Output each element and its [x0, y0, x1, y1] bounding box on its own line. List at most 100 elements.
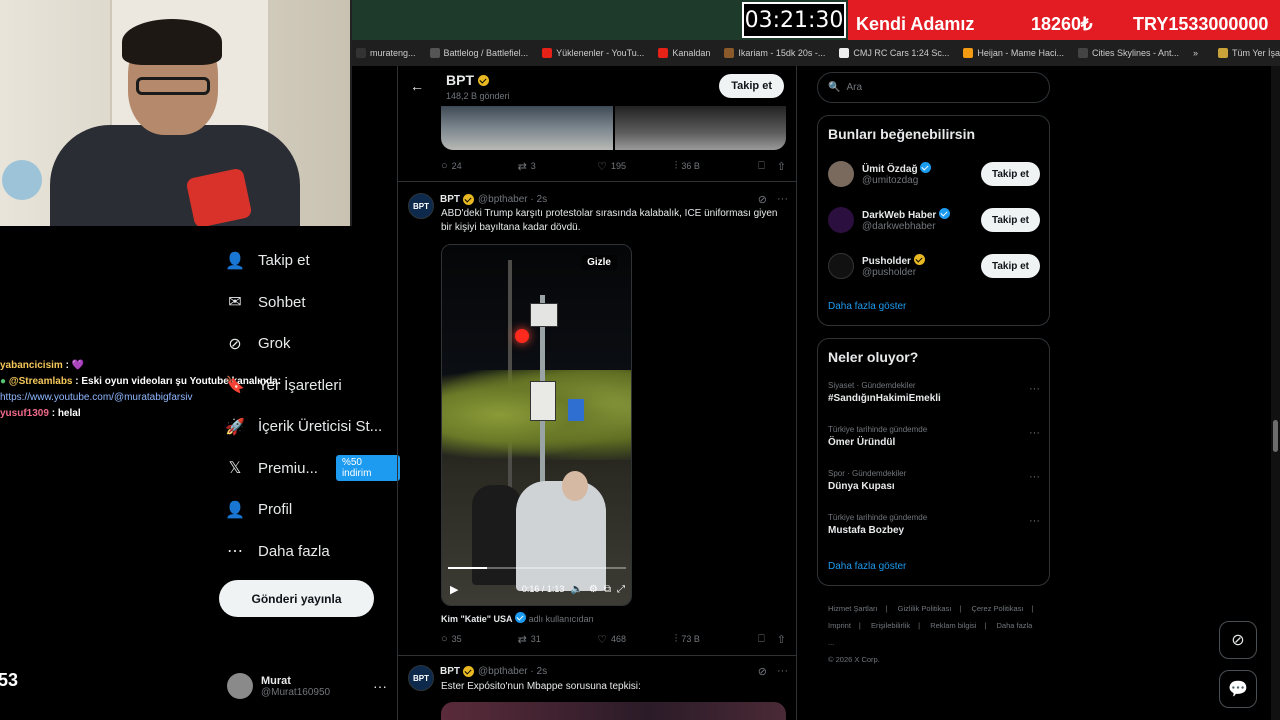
footer-link[interactable]: Gizlilik Politikası — [898, 604, 952, 613]
views-button[interactable]: ⫶ 36 B — [675, 160, 759, 173]
video-progress-bar[interactable] — [448, 567, 626, 569]
chat-link[interactable]: https://www.youtube.com/@muratabigfarsiv — [0, 392, 192, 403]
chat-user: yusuf1309 — [0, 408, 49, 419]
nav-creator-studio[interactable]: 🚀 İçerik Üreticisi St... — [220, 406, 400, 448]
rocket-icon: 🚀 — [225, 418, 245, 436]
tweet-author-name[interactable]: BPT — [440, 194, 460, 205]
nav-more[interactable]: ⋯ Daha fazla — [220, 531, 400, 573]
trend-item[interactable]: Türkiye tarihinde gündemde Ömer Üründül ··… — [828, 425, 1040, 455]
search-box[interactable]: 🔍 — [817, 72, 1050, 103]
nav-bookmarks[interactable]: 🔖 Yer İşaretleri — [220, 365, 400, 407]
avatar[interactable]: BPT — [408, 665, 434, 691]
bookmark-icon[interactable]: ⎕ — [758, 633, 765, 646]
bookmark-label: Heijan - Mame Haci... — [977, 48, 1064, 58]
like-button[interactable]: ♡ 195 — [597, 160, 675, 173]
avatar[interactable]: BPT — [408, 193, 434, 219]
nav-profile[interactable]: 👤 Profil — [220, 489, 400, 531]
pip-icon[interactable]: ⧉ — [604, 584, 611, 595]
trend-title: #SandığınHakimiEmekli — [828, 393, 941, 404]
like-button[interactable]: ♡ 468 — [597, 633, 675, 646]
follow-button[interactable]: Takip et — [980, 208, 1040, 232]
volume-icon[interactable]: 🔈 — [570, 584, 582, 595]
footer-link[interactable]: Çerez Politikası — [971, 604, 1023, 613]
nav-premium[interactable]: 𝕏 Premiu... %50 indirim — [220, 448, 400, 490]
bookmark-item[interactable]: CMJ RC Cars 1:24 Sc... — [839, 48, 949, 58]
more-icon[interactable]: ··· — [1029, 515, 1040, 527]
tweet-author-handle[interactable]: @bpthaber · 2s — [478, 194, 547, 205]
who-to-follow-title: Bunları beğenebilirsin — [828, 126, 976, 142]
profile-title: BPT — [446, 72, 489, 88]
scrollbar[interactable] — [1271, 66, 1280, 720]
previous-tweet-media[interactable] — [441, 106, 786, 150]
chat-fab-icon[interactable]: 💬 — [1219, 670, 1257, 708]
all-bookmarks-folder[interactable]: Tüm Yer İşaretleri — [1218, 48, 1280, 58]
footer-link[interactable]: Imprint — [828, 621, 851, 630]
suggestion-row[interactable]: Ümit Özdağ @umitozdag Takip et — [828, 156, 1040, 192]
follow-button[interactable]: Takip et — [980, 254, 1040, 278]
grok-icon[interactable]: ⊘ — [758, 193, 767, 206]
more-icon[interactable]: ··· — [777, 193, 788, 206]
person-add-icon: 👤 — [225, 252, 245, 270]
follow-button[interactable]: Takip et — [980, 162, 1040, 186]
nav-grok[interactable]: ⊘ Grok — [220, 323, 400, 365]
suggestion-row[interactable]: Pusholder @pusholder Takip et — [828, 248, 1040, 284]
chat-user: @Streamlabs — [8, 376, 73, 387]
tweet-media[interactable] — [441, 702, 786, 720]
bookmark-item[interactable]: Kanaldan — [658, 48, 710, 58]
search-input[interactable] — [846, 82, 1037, 93]
fullscreen-icon[interactable]: ⤢ — [617, 584, 625, 595]
repost-button[interactable]: ⇄ 3 — [518, 160, 598, 173]
scrollbar-thumb[interactable] — [1273, 420, 1278, 452]
show-more-link[interactable]: Daha fazla göster — [828, 301, 906, 312]
bookmark-item[interactable]: Battlelog / Battlefiel... — [429, 48, 528, 58]
repost-button[interactable]: ⇄ 31 — [518, 633, 598, 646]
more-icon[interactable]: ··· — [373, 678, 387, 694]
nav-follow[interactable]: 👤 Takip et — [220, 240, 400, 282]
verified-blue-icon — [515, 612, 527, 623]
tweet-author-name[interactable]: BPT — [440, 666, 460, 677]
bookmark-item[interactable]: murateng... — [356, 48, 416, 58]
footer-separator: | — [918, 621, 921, 630]
more-icon[interactable]: ··· — [1029, 383, 1040, 395]
follow-button[interactable]: Takip et — [719, 74, 784, 98]
grok-fab-icon[interactable]: ⊘ — [1219, 621, 1257, 659]
tweet-author-handle[interactable]: @bpthaber · 2s — [478, 666, 547, 677]
grok-icon[interactable]: ⊘ — [758, 665, 767, 678]
reply-button[interactable]: ○ 35 — [441, 633, 518, 645]
trend-item[interactable]: Türkiye tarihinde gündemde Mustafa Bozbey… — [828, 513, 1040, 543]
reply-button[interactable]: ○ 24 — [441, 160, 518, 172]
tweet-video[interactable]: Gizle ▶ 0:16 / 1:13 🔈 ⚙ ⧉ ⤢ — [441, 244, 632, 606]
hide-button[interactable]: Gizle — [581, 255, 617, 270]
trend-item[interactable]: Siyaset · Gündemdekiler #SandığınHakimiEm… — [828, 381, 1040, 411]
attribution-name[interactable]: Kim "Katie" USA — [441, 614, 513, 624]
bookmarks-overflow-button[interactable]: » — [1193, 48, 1198, 58]
repost-icon: ⇄ — [517, 160, 527, 173]
bookmark-item[interactable]: Ikariam - 15dk 20s -... — [724, 48, 825, 58]
bookmark-item[interactable]: Yüklenenler - YouTu... — [542, 48, 644, 58]
bookmark-item[interactable]: Cities Skylines - Ant... — [1077, 48, 1179, 58]
suggestion-row[interactable]: DarkWeb Haber @darkwebhaber Takip et — [828, 202, 1040, 238]
back-arrow-icon[interactable]: ← — [410, 78, 424, 94]
more-icon[interactable]: ··· — [1029, 471, 1040, 483]
more-icon[interactable]: ··· — [777, 665, 788, 678]
share-icon[interactable]: ⇧ — [777, 160, 786, 173]
bookmark-item[interactable]: Heijan - Mame Haci... — [963, 48, 1064, 58]
footer-link[interactable]: Reklam bilgisi — [930, 621, 976, 630]
verified-gold-icon — [477, 75, 489, 86]
streamlabs-icon: ● — [0, 376, 9, 387]
post-button[interactable]: Gönderi yayınla — [219, 580, 374, 617]
play-icon[interactable]: ▶ — [450, 583, 458, 596]
views-button[interactable]: ⫶ 73 B — [675, 633, 759, 646]
bookmark-label: murateng... — [370, 48, 416, 58]
nav-messages[interactable]: ✉ Sohbet — [220, 282, 400, 324]
account-switcher[interactable]: Murat @Murat160950 ··· — [227, 668, 387, 704]
more-icon[interactable]: ··· — [1029, 427, 1040, 439]
bookmark-label: Kanaldan — [672, 48, 711, 58]
trend-item[interactable]: Spor · Gündemdekiler Dünya Kupası ··· — [828, 469, 1040, 499]
footer-link[interactable]: Hizmet Şartları — [828, 604, 878, 613]
share-icon[interactable]: ⇧ — [777, 633, 786, 646]
bookmark-icon[interactable]: ⎕ — [758, 160, 765, 173]
settings-icon[interactable]: ⚙ — [589, 584, 598, 595]
show-more-link[interactable]: Daha fazla göster — [828, 561, 906, 572]
footer-link[interactable]: Erişilebilirlik — [871, 621, 910, 630]
